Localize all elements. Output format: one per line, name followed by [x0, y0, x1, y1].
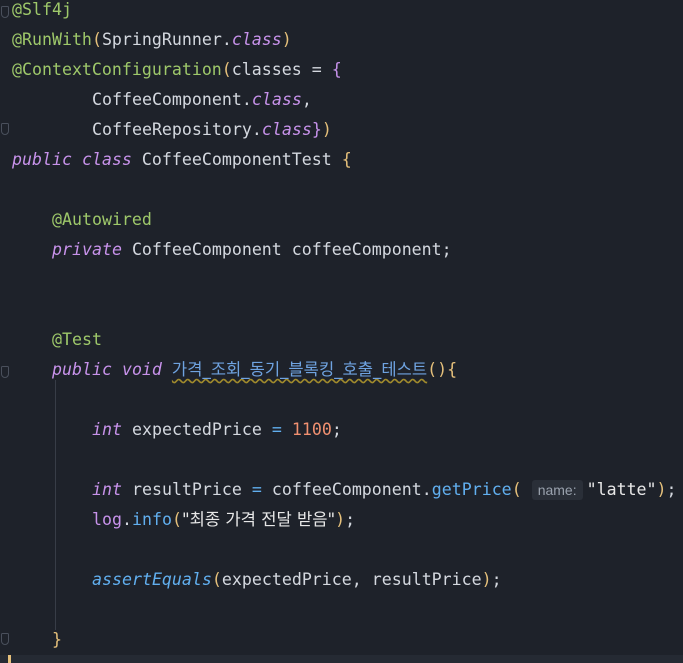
code-line[interactable]: @Slf4j — [12, 0, 72, 30]
code-line[interactable]: assertEquals(expectedPrice, resultPrice)… — [92, 570, 502, 600]
fold-marker-icon[interactable] — [1, 366, 9, 378]
editor-bottom-line — [0, 655, 683, 663]
code-line[interactable]: CoffeeRepository.class}) — [92, 120, 332, 150]
fold-marker-icon[interactable] — [1, 6, 9, 18]
code-line[interactable]: @ContextConfiguration(classes = { — [12, 60, 342, 90]
code-editor[interactable]: @Slf4j @RunWith(SpringRunner.class) @Con… — [0, 0, 683, 663]
code-line[interactable]: @Autowired — [52, 210, 152, 240]
method-name: 가격_조회_동기_블록킹_호출_테스트 — [171, 360, 428, 379]
code-line[interactable]: @Test — [52, 330, 102, 360]
text-caret — [8, 655, 11, 663]
code-line[interactable]: private CoffeeComponent coffeeComponent; — [52, 240, 452, 270]
fold-marker-icon[interactable] — [1, 123, 9, 135]
code-line[interactable]: public void 가격_조회_동기_블록킹_호출_테스트(){ — [52, 360, 457, 390]
code-line[interactable]: int expectedPrice = 1100; — [92, 420, 342, 450]
fold-marker-icon[interactable] — [1, 633, 9, 645]
code-line[interactable]: log.info("최종 가격 전달 받음"); — [92, 510, 355, 540]
parameter-hint: name: — [531, 480, 583, 500]
code-line[interactable]: public class CoffeeComponentTest { — [12, 150, 352, 180]
indent-guide — [55, 380, 56, 630]
code-line[interactable]: int resultPrice = coffeeComponent.getPri… — [92, 480, 677, 510]
code-line[interactable]: CoffeeComponent.class, — [92, 90, 312, 120]
code-line[interactable]: @RunWith(SpringRunner.class) — [12, 30, 292, 60]
